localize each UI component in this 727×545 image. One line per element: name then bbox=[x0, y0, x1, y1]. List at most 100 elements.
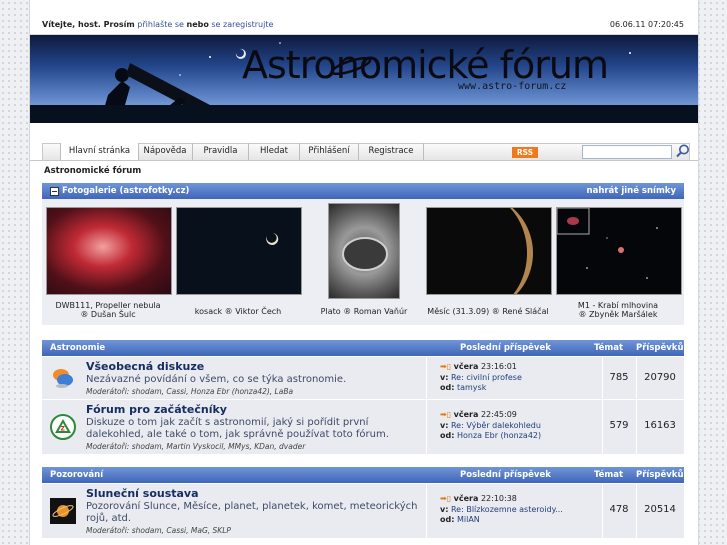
forum-description: Pozorování Slunce, Měsíce, planet, plane… bbox=[86, 501, 418, 524]
col-topics: Témat bbox=[594, 343, 624, 353]
category-pozorovani: Pozorování Poslední příspěvek Témat Přís… bbox=[42, 467, 684, 545]
category-title[interactable]: Pozorování bbox=[50, 467, 103, 483]
gallery-photo[interactable] bbox=[46, 207, 172, 295]
forum-row[interactable]: Z Fórum pro začátečníky Diskuze o tom ja… bbox=[42, 400, 684, 455]
col-posts: Příspěvků bbox=[636, 470, 684, 480]
top-bar: Vítejte, host. Prosím přihlašte se nebo … bbox=[30, 16, 698, 35]
gallery-photo[interactable] bbox=[328, 203, 400, 299]
tab-register[interactable]: Registrace bbox=[359, 143, 424, 160]
column-divider bbox=[426, 357, 427, 399]
svg-text:Z: Z bbox=[61, 426, 66, 433]
forum-row[interactable]: Sluneční soustava Pozorování Slunce, Měs… bbox=[42, 484, 684, 539]
last-post-author-link[interactable]: tamysk bbox=[457, 383, 486, 392]
forum-title[interactable]: Sluneční soustava bbox=[86, 487, 199, 500]
last-post-day: včera bbox=[453, 362, 479, 371]
last-post-day: včera bbox=[453, 494, 479, 503]
last-post-day: včera bbox=[453, 410, 479, 419]
col-topics: Témat bbox=[594, 470, 624, 480]
category-title[interactable]: Astronomie bbox=[50, 340, 105, 356]
topic-count: 785 bbox=[609, 372, 629, 383]
column-divider bbox=[426, 484, 427, 538]
gallery-caption[interactable]: DWB111, Propeller nebula ® Dušan Šulc bbox=[42, 301, 174, 319]
gallery-title[interactable]: Fotogalerie (astrofotky.cz) bbox=[62, 183, 189, 199]
site-url: www.astro-forum.cz bbox=[458, 81, 567, 92]
beginner-sign-icon: Z bbox=[50, 414, 76, 440]
tab-rules[interactable]: Pravidla bbox=[193, 143, 249, 160]
breadcrumb[interactable]: Astronomické fórum bbox=[44, 166, 141, 176]
last-post-time: 22:10:38 bbox=[480, 494, 517, 503]
forum-moderators: Moderátoři: shodam, Martin Vyskocil, MMy… bbox=[86, 442, 306, 451]
caption-line: kosack ® Viktor Čech bbox=[194, 307, 282, 316]
last-post-topic-link[interactable]: Re: Výběr dalekohledu bbox=[451, 421, 541, 430]
last-post-by-label: od: bbox=[440, 431, 455, 440]
nav-divider bbox=[30, 160, 698, 161]
solar-system-icon bbox=[50, 498, 76, 524]
col-last-post: Poslední příspěvek bbox=[460, 470, 551, 480]
banner-ground bbox=[30, 105, 698, 123]
collapse-icon[interactable] bbox=[50, 187, 59, 196]
forum-title[interactable]: Fórum pro začátečníky bbox=[86, 403, 227, 416]
category-astronomie: Astronomie Poslední příspěvek Témat Přís… bbox=[42, 340, 684, 456]
last-post-arrow-icon[interactable]: ➡▯ bbox=[440, 494, 451, 503]
gallery-photo[interactable] bbox=[176, 207, 302, 295]
banner[interactable]: Astronomické fórum www.astro-forum.cz bbox=[30, 35, 698, 123]
tab-help[interactable]: Nápověda bbox=[138, 143, 193, 160]
tab-login[interactable]: Přihlášení bbox=[300, 143, 359, 160]
login-link[interactable]: přihlašte se bbox=[137, 20, 184, 29]
forum-row[interactable]: Všeobecná diskuze Nezávazné povídání o v… bbox=[42, 357, 684, 400]
col-posts: Příspěvků bbox=[636, 343, 684, 353]
register-link[interactable]: se zaregistrujte bbox=[211, 20, 273, 29]
gallery-upload-link[interactable]: nahrát jiné snímky bbox=[587, 183, 676, 199]
post-count: 16163 bbox=[644, 420, 676, 431]
gallery-photo[interactable] bbox=[556, 207, 682, 295]
caption-line: Měsíc (31.3.09) ® René Sláčal bbox=[427, 307, 549, 316]
caption-author: ® Zbyněk Maršálek bbox=[578, 310, 658, 319]
gallery-caption[interactable]: M1 - Krabí mlhovina ® Zbyněk Maršálek bbox=[554, 301, 682, 319]
col-last-post: Poslední příspěvek bbox=[460, 343, 551, 353]
gallery-header: Fotogalerie (astrofotky.cz) nahrát jiné … bbox=[42, 183, 684, 199]
last-post-topic-link[interactable]: Re: civilní profese bbox=[451, 373, 522, 382]
last-post-in-label: v: bbox=[440, 420, 449, 430]
welcome-label: Vítejte, host. Prosím bbox=[42, 20, 135, 29]
post-count: 20514 bbox=[644, 504, 676, 515]
topic-count: 579 bbox=[609, 420, 629, 431]
welcome-text: Vítejte, host. Prosím přihlašte se nebo … bbox=[42, 16, 273, 34]
forum-description: Nezávazné povídání o všem, co se týka as… bbox=[86, 374, 347, 385]
last-post: ➡▯ včera 22:45:09 v: Re: Výběr dalekohle… bbox=[440, 410, 541, 442]
gallery: DWB111, Propeller nebula ® Dušan Šulc ko… bbox=[42, 198, 684, 325]
last-post-in-label: v: bbox=[440, 372, 449, 382]
last-post-author-link[interactable]: MilAN bbox=[457, 515, 480, 524]
or-label: nebo bbox=[186, 20, 209, 29]
search-input[interactable] bbox=[582, 145, 672, 159]
last-post-time: 22:45:09 bbox=[480, 410, 517, 419]
last-post-by-label: od: bbox=[440, 383, 455, 392]
forum-moderators: Moderátoři: shodam, Cassi, Honza Ebr (ho… bbox=[86, 387, 294, 396]
gallery-caption[interactable]: kosack ® Viktor Čech bbox=[174, 307, 302, 316]
caption-line: M1 - Krabí mlhovina bbox=[577, 301, 659, 310]
column-divider bbox=[426, 400, 427, 454]
crater-icon bbox=[342, 237, 388, 271]
last-post-topic-link[interactable]: Re: Blízkozemne asteroidy... bbox=[451, 505, 563, 514]
page: Vítejte, host. Prosím přihlašte se nebo … bbox=[30, 0, 698, 545]
search-icon[interactable] bbox=[675, 143, 691, 159]
tab-home[interactable]: Hlavní stránka bbox=[60, 143, 139, 160]
last-post-arrow-icon[interactable]: ➡▯ bbox=[440, 362, 451, 371]
gallery-caption[interactable]: Plato ® Roman Vaňúr bbox=[306, 307, 422, 316]
category-header: Pozorování Poslední příspěvek Témat Přís… bbox=[42, 467, 684, 483]
last-post-arrow-icon[interactable]: ➡▯ bbox=[440, 410, 451, 419]
gallery-photo[interactable] bbox=[426, 198, 552, 308]
forum-title[interactable]: Všeobecná diskuze bbox=[86, 360, 204, 373]
chat-bubbles-icon bbox=[53, 369, 73, 388]
gallery-caption[interactable]: Měsíc (31.3.09) ® René Sláčal bbox=[424, 307, 552, 316]
rss-button[interactable]: RSS bbox=[512, 147, 538, 158]
last-post: ➡▯ včera 22:10:38 v: Re: Blízkozemne ast… bbox=[440, 494, 563, 526]
forum-moderators: Moderátoři: shodam, Cassi, MaG, SKLP bbox=[86, 526, 231, 535]
datetime: 06.06.11 07:20:45 bbox=[609, 20, 684, 29]
tab-search[interactable]: Hledat bbox=[249, 143, 300, 160]
caption-author: ® Dušan Šulc bbox=[80, 310, 136, 319]
moon-icon bbox=[497, 198, 534, 308]
topic-count: 478 bbox=[609, 504, 629, 515]
last-post-in-label: v: bbox=[440, 504, 449, 514]
caption-line: Plato ® Roman Vaňúr bbox=[320, 307, 408, 316]
last-post-author-link[interactable]: Honza Ebr (honza42) bbox=[457, 431, 541, 440]
